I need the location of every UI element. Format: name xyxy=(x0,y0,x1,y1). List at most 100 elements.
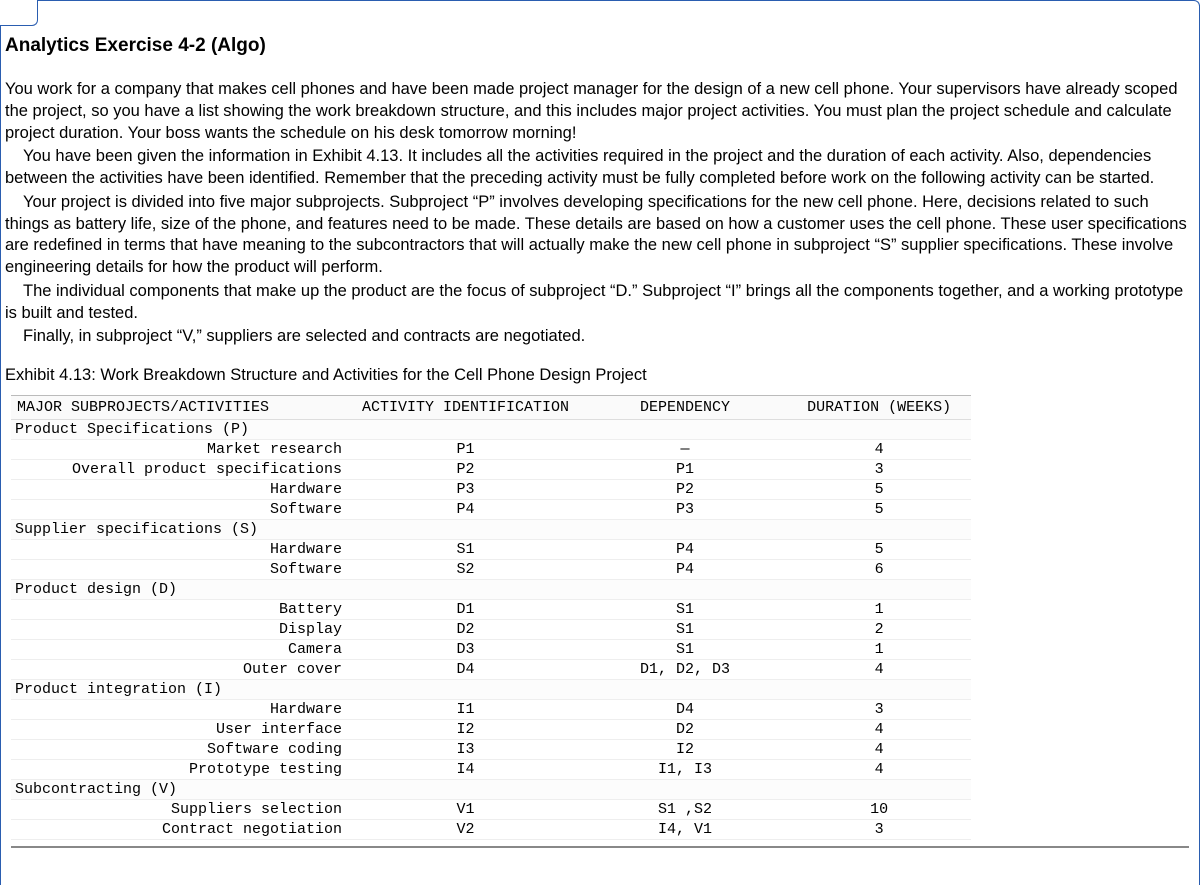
duration-cell: 6 xyxy=(787,560,971,580)
exercise-title: Analytics Exercise 4-2 (Algo) xyxy=(5,35,1195,57)
table-row: DisplayD2S12 xyxy=(11,620,971,640)
group-label: Product design (D) xyxy=(11,580,348,600)
col-header-dependency: DEPENDENCY xyxy=(583,396,787,420)
activity-id-cell: P4 xyxy=(348,500,583,520)
table-group-row: Supplier specifications (S) xyxy=(11,520,971,540)
activity-cell: Suppliers selection xyxy=(11,800,348,820)
duration-cell: 4 xyxy=(787,760,971,780)
dependency-cell: S1 ,S2 xyxy=(583,800,787,820)
duration-cell: 5 xyxy=(787,500,971,520)
table-group-row: Product integration (I) xyxy=(11,680,971,700)
table-row: CameraD3S11 xyxy=(11,640,971,660)
group-label: Subcontracting (V) xyxy=(11,780,348,800)
activity-id-cell: D4 xyxy=(348,660,583,680)
col-header-duration: DURATION (WEEKS) xyxy=(787,396,971,420)
intro-paragraph-5: Finally, in subproject “V,” suppliers ar… xyxy=(5,326,1195,348)
table-row: Market researchP1—4 xyxy=(11,440,971,460)
table-row: SoftwareS2P46 xyxy=(11,560,971,580)
table-row: BatteryD1S11 xyxy=(11,600,971,620)
intro-paragraph-4: The individual components that make up t… xyxy=(5,281,1195,325)
activity-cell: User interface xyxy=(11,720,348,740)
activity-cell: Software coding xyxy=(11,740,348,760)
activity-cell: Outer cover xyxy=(11,660,348,680)
duration-cell: 2 xyxy=(787,620,971,640)
intro-paragraph-3: Your project is divided into five major … xyxy=(5,192,1195,279)
duration-cell: 4 xyxy=(787,720,971,740)
duration-cell: 5 xyxy=(787,480,971,500)
duration-cell: 10 xyxy=(787,800,971,820)
activity-cell: Overall product specifications xyxy=(11,460,348,480)
activity-id-cell: I3 xyxy=(348,740,583,760)
activity-cell: Battery xyxy=(11,600,348,620)
dependency-cell: I4, V1 xyxy=(583,820,787,840)
activity-cell: Contract negotiation xyxy=(11,820,348,840)
activity-id-cell: V1 xyxy=(348,800,583,820)
duration-cell: 4 xyxy=(787,740,971,760)
table-row: Contract negotiationV2I4, V13 xyxy=(11,820,971,840)
duration-cell: 3 xyxy=(787,700,971,720)
group-label: Product integration (I) xyxy=(11,680,348,700)
dependency-cell: D4 xyxy=(583,700,787,720)
table-row: HardwareP3P25 xyxy=(11,480,971,500)
table-header-row: MAJOR SUBPROJECTS/ACTIVITIES ACTIVITY ID… xyxy=(11,396,971,420)
duration-cell: 4 xyxy=(787,660,971,680)
dependency-cell: I2 xyxy=(583,740,787,760)
table-row: Suppliers selectionV1S1 ,S210 xyxy=(11,800,971,820)
dependency-cell: P2 xyxy=(583,480,787,500)
table-row: HardwareS1P45 xyxy=(11,540,971,560)
dependency-cell: P1 xyxy=(583,460,787,480)
table-row: HardwareI1D43 xyxy=(11,700,971,720)
intro-paragraph-2: You have been given the information in E… xyxy=(5,146,1195,190)
dependency-cell: P4 xyxy=(583,540,787,560)
table-row: Overall product specificationsP2P13 xyxy=(11,460,971,480)
duration-cell: 3 xyxy=(787,460,971,480)
activity-id-cell: S2 xyxy=(348,560,583,580)
question-card: Analytics Exercise 4-2 (Algo) You work f… xyxy=(0,0,1200,885)
table-row: SoftwareP4P35 xyxy=(11,500,971,520)
wbs-table: MAJOR SUBPROJECTS/ACTIVITIES ACTIVITY ID… xyxy=(11,395,971,840)
activity-id-cell: S1 xyxy=(348,540,583,560)
table-group-row: Product Specifications (P) xyxy=(11,420,971,440)
activity-id-cell: P2 xyxy=(348,460,583,480)
group-label: Supplier specifications (S) xyxy=(11,520,348,540)
question-content: Analytics Exercise 4-2 (Algo) You work f… xyxy=(1,1,1199,858)
activity-id-cell: P1 xyxy=(348,440,583,460)
activity-id-cell: D3 xyxy=(348,640,583,660)
activity-cell: Market research xyxy=(11,440,348,460)
table-group-row: Subcontracting (V) xyxy=(11,780,971,800)
duration-cell: 5 xyxy=(787,540,971,560)
activity-cell: Camera xyxy=(11,640,348,660)
intro-paragraph-1: You work for a company that makes cell p… xyxy=(5,79,1195,144)
table-row: Outer coverD4D1, D2, D34 xyxy=(11,660,971,680)
table-group-row: Product design (D) xyxy=(11,580,971,600)
dependency-cell: P4 xyxy=(583,560,787,580)
exhibit-caption: Exhibit 4.13: Work Breakdown Structure a… xyxy=(5,366,1195,385)
activity-id-cell: D1 xyxy=(348,600,583,620)
table-row: Prototype testingI4I1, I34 xyxy=(11,760,971,780)
group-label: Product Specifications (P) xyxy=(11,420,348,440)
card-tab-notch xyxy=(0,0,38,26)
activity-cell: Hardware xyxy=(11,480,348,500)
activity-id-cell: P3 xyxy=(348,480,583,500)
table-row: Software codingI3I24 xyxy=(11,740,971,760)
dependency-cell: S1 xyxy=(583,640,787,660)
activity-id-cell: D2 xyxy=(348,620,583,640)
activity-cell: Display xyxy=(11,620,348,640)
activity-cell: Prototype testing xyxy=(11,760,348,780)
table-row: User interfaceI2D24 xyxy=(11,720,971,740)
activity-cell: Software xyxy=(11,500,348,520)
activity-id-cell: V2 xyxy=(348,820,583,840)
dependency-cell: S1 xyxy=(583,620,787,640)
duration-cell: 4 xyxy=(787,440,971,460)
activity-id-cell: I1 xyxy=(348,700,583,720)
dependency-cell: S1 xyxy=(583,600,787,620)
activity-cell: Hardware xyxy=(11,540,348,560)
table-bottom-rule xyxy=(11,846,1189,848)
dependency-cell: D2 xyxy=(583,720,787,740)
duration-cell: 1 xyxy=(787,600,971,620)
duration-cell: 1 xyxy=(787,640,971,660)
activity-cell: Hardware xyxy=(11,700,348,720)
dependency-cell: I1, I3 xyxy=(583,760,787,780)
dependency-cell: D1, D2, D3 xyxy=(583,660,787,680)
activity-id-cell: I2 xyxy=(348,720,583,740)
